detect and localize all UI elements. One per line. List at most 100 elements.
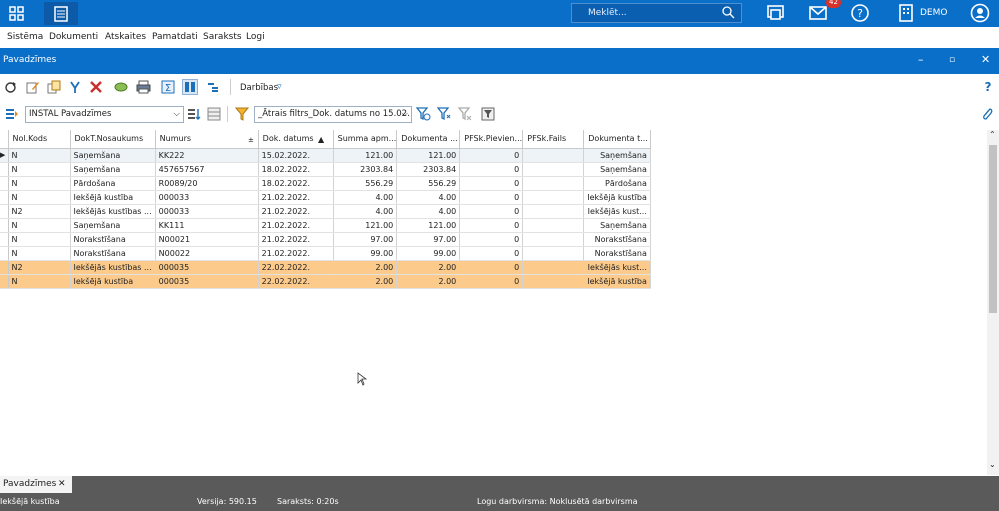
table-cell[interactable]: N: [8, 218, 71, 233]
tab-pavadzimes[interactable]: Pavadzīmes ✕: [0, 476, 72, 493]
table-cell[interactable]: 000035: [155, 274, 259, 289]
table-row[interactable]: N2 Iekšējās kustības ... 000035 22.02.2022.…: [0, 260, 651, 275]
scrollbar-thumb[interactable]: [989, 145, 997, 313]
table-row[interactable]: N Norakstīšana N00022 21.02.2022. 99.00 99.00…: [0, 246, 651, 261]
merge-icon[interactable]: [67, 79, 83, 95]
table-cell[interactable]: 22.02.2022.: [258, 274, 334, 289]
attachment-icon[interactable]: [979, 106, 995, 122]
table-cell[interactable]: Iekšējās kust...: [583, 204, 651, 219]
actions-menu-label[interactable]: Darbības: [240, 83, 278, 93]
table-cell[interactable]: 18.02.2022.: [258, 162, 334, 177]
table-cell[interactable]: 2.00: [333, 260, 398, 275]
table-cell[interactable]: 0: [459, 246, 524, 261]
table-row[interactable]: N Iekšējā kustība 000035 22.02.2022. 2.00 2.0…: [0, 274, 651, 289]
table-cell[interactable]: Norakstīšana: [583, 246, 651, 261]
table-cell[interactable]: Saņemšana: [583, 162, 651, 177]
table-cell[interactable]: 2303.84: [396, 162, 461, 177]
delete-icon[interactable]: [88, 79, 104, 95]
table-row[interactable]: N Saņemšana KK111 21.02.2022. 121.00 121.00 0 S…: [0, 218, 651, 233]
company-icon[interactable]: [897, 3, 915, 26]
vertical-scrollbar[interactable]: ⌃ ⌄: [987, 130, 999, 475]
edit-icon[interactable]: [25, 79, 41, 95]
table-cell[interactable]: 99.00: [333, 246, 398, 261]
search-input[interactable]: Meklēt...: [571, 3, 742, 23]
table-cell[interactable]: N: [8, 246, 71, 261]
user-avatar-icon[interactable]: [970, 3, 990, 26]
row-indicator[interactable]: [0, 274, 9, 289]
table-cell[interactable]: R0089/20: [155, 176, 259, 191]
table-cell[interactable]: KK222: [155, 148, 259, 163]
table-cell[interactable]: 15.02.2022.: [258, 148, 334, 163]
table-cell[interactable]: 4.00: [333, 190, 398, 205]
table-cell[interactable]: 000035: [155, 260, 259, 275]
table-cell[interactable]: 4.00: [396, 190, 461, 205]
table-cell[interactable]: Pārdošana: [70, 176, 156, 191]
table-cell[interactable]: N00021: [155, 232, 259, 247]
menu-pamatdati[interactable]: Pamatdati: [152, 32, 198, 42]
copy-icon[interactable]: [46, 79, 62, 95]
table-cell[interactable]: [522, 232, 585, 247]
table-cell[interactable]: Iekšējā kustība: [583, 274, 651, 289]
table-cell[interactable]: 457657567: [155, 162, 259, 177]
table-cell[interactable]: [522, 260, 585, 275]
table-row[interactable]: N Saņemšana 457657567 18.02.2022. 2303.84 230…: [0, 162, 651, 177]
table-cell[interactable]: [522, 190, 585, 205]
table-cell[interactable]: 21.02.2022.: [258, 246, 334, 261]
windows-icon[interactable]: [766, 3, 786, 26]
grid-settings-icon[interactable]: [206, 106, 222, 122]
filter-add-icon[interactable]: [436, 106, 452, 122]
table-cell[interactable]: 97.00: [396, 232, 461, 247]
filter-icon[interactable]: [234, 106, 250, 122]
tree-icon[interactable]: [205, 79, 221, 95]
user-name[interactable]: DEMO: [920, 8, 947, 18]
minimize-icon[interactable]: –: [918, 53, 924, 66]
table-cell[interactable]: Saņemšana: [583, 148, 651, 163]
maximize-icon[interactable]: ▫: [949, 55, 955, 65]
table-cell[interactable]: Norakstīšana: [70, 232, 156, 247]
table-cell[interactable]: Iekšējā kustība: [70, 190, 156, 205]
table-cell[interactable]: 0: [459, 218, 524, 233]
scroll-down-icon[interactable]: ⌄: [989, 460, 996, 469]
table-cell[interactable]: N: [8, 190, 71, 205]
table-cell[interactable]: 0: [459, 162, 524, 177]
table-cell[interactable]: Saņemšana: [583, 218, 651, 233]
chevron-down-icon[interactable]: ⌵: [402, 107, 408, 122]
table-cell[interactable]: Norakstīšana: [583, 232, 651, 247]
table-cell[interactable]: N2: [8, 204, 71, 219]
table-cell[interactable]: [522, 246, 585, 261]
calculate-icon[interactable]: [113, 79, 129, 95]
table-cell[interactable]: N: [8, 274, 71, 289]
table-cell[interactable]: [522, 176, 585, 191]
table-row[interactable]: N Iekšējā kustība 000033 21.02.2022. 4.00 4.0…: [0, 190, 651, 205]
apps-grid-icon[interactable]: [0, 2, 34, 25]
row-indicator[interactable]: [0, 246, 9, 261]
table-cell[interactable]: KK111: [155, 218, 259, 233]
table-cell[interactable]: 4.00: [333, 204, 398, 219]
refresh-icon[interactable]: [2, 79, 18, 95]
table-cell[interactable]: 2.00: [396, 274, 461, 289]
help-question-icon[interactable]: ?: [980, 79, 996, 95]
row-indicator[interactable]: [0, 176, 9, 191]
filter-edit-icon[interactable]: [415, 106, 431, 122]
table-cell[interactable]: N: [8, 162, 71, 177]
table-cell[interactable]: Norakstīšana: [70, 246, 156, 261]
table-cell[interactable]: 121.00: [396, 218, 461, 233]
row-indicator[interactable]: [0, 190, 9, 205]
column-resize-icon[interactable]: ±: [248, 136, 254, 144]
layout-select[interactable]: INSTAL Pavadzīmes ⌵: [25, 106, 184, 123]
table-cell[interactable]: [522, 274, 585, 289]
table-cell[interactable]: Iekšējās kustības ...: [70, 260, 156, 275]
table-cell[interactable]: 21.02.2022.: [258, 232, 334, 247]
chevron-down-icon[interactable]: ▿: [277, 82, 282, 92]
table-cell[interactable]: N: [8, 148, 71, 163]
chevron-down-icon[interactable]: ⌵: [174, 107, 180, 122]
table-cell[interactable]: Iekšējās kust...: [583, 260, 651, 275]
row-indicator[interactable]: [0, 232, 9, 247]
table-cell[interactable]: 556.29: [333, 176, 398, 191]
table-cell[interactable]: Iekšējās kustības ...: [70, 204, 156, 219]
table-cell[interactable]: 0: [459, 176, 524, 191]
table-cell[interactable]: [522, 148, 585, 163]
table-cell[interactable]: [522, 162, 585, 177]
filter-funnel-icon[interactable]: [480, 106, 496, 122]
table-row[interactable]: N Norakstīšana N00021 21.02.2022. 97.00 97.00…: [0, 232, 651, 247]
